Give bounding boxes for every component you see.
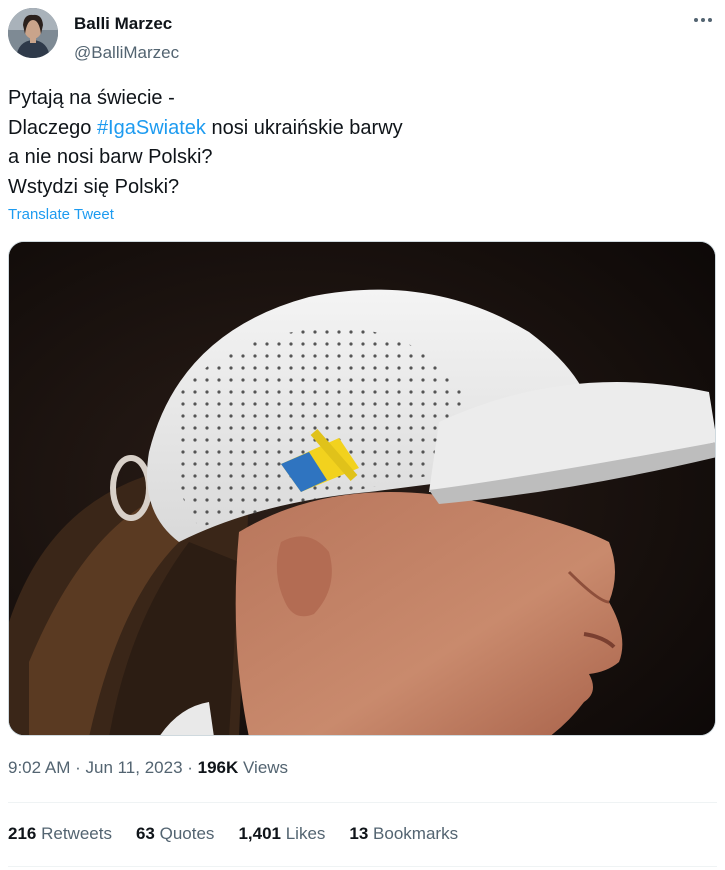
meta-separator: · [182,758,198,777]
retweets-count: 216 [8,824,37,843]
avatar-portrait-icon [8,8,58,58]
meta-separator: · [70,758,86,777]
likes-count: 1,401 [238,824,281,843]
quotes-count: 63 [135,824,155,843]
tweet-line-3: a nie nosi barw Polski? [8,146,213,168]
tweet-line-1: Pytają na świecie - [8,87,175,109]
author-handle[interactable]: @BalliMarzec [74,43,179,63]
more-options-icon[interactable] [691,8,715,32]
retweets-stat[interactable]: 216 Retweets [8,824,112,844]
bookmarks-stat[interactable]: 13 Bookmarks [349,824,458,844]
avatar[interactable] [8,8,58,58]
bookmarks-label: Bookmarks [368,824,459,843]
hashtag-link[interactable]: #IgaSwiatek [97,117,206,139]
tweet-line-2-suffix: nosi ukraińskie barwy [205,116,403,139]
photo-player-in-white-cap [9,242,715,735]
bookmarks-count: 13 [349,824,369,843]
author-display-name[interactable]: Balli Marzec [74,14,172,34]
tweet-date[interactable]: Jun 11, 2023 [85,758,182,777]
tweet-line-2-prefix: Dlaczego [8,116,97,139]
tweet-line-4: Wstydzi się Polski? [8,175,180,198]
tweet-text: Pytają na świecie - Dlaczego #IgaSwiatek… [8,84,403,202]
views-count: 196K [197,758,239,777]
tweet-photo[interactable] [8,241,716,736]
divider [8,802,717,803]
quotes-label: Quotes [154,824,215,843]
views-label: Views [238,758,289,777]
tweet-meta: 9:02 AM · Jun 11, 2023 · 196K Views [8,758,288,778]
likes-stat[interactable]: 1,401 Likes [238,824,325,844]
divider [8,866,717,867]
tweet-time[interactable]: 9:02 AM [8,758,70,777]
retweets-label: Retweets [36,824,112,843]
quotes-stat[interactable]: 63 Quotes [136,824,214,844]
tweet-header: Balli Marzec @BalliMarzec [8,8,717,63]
translate-tweet-link[interactable]: Translate Tweet [8,206,114,223]
tweet-line-2: Dlaczego #IgaSwiatek nosi ukraińskie bar… [8,114,403,144]
likes-label: Likes [280,824,326,843]
tweet-stats: 216 Retweets 63 Quotes 1,401 Likes 13 Bo… [8,824,482,844]
